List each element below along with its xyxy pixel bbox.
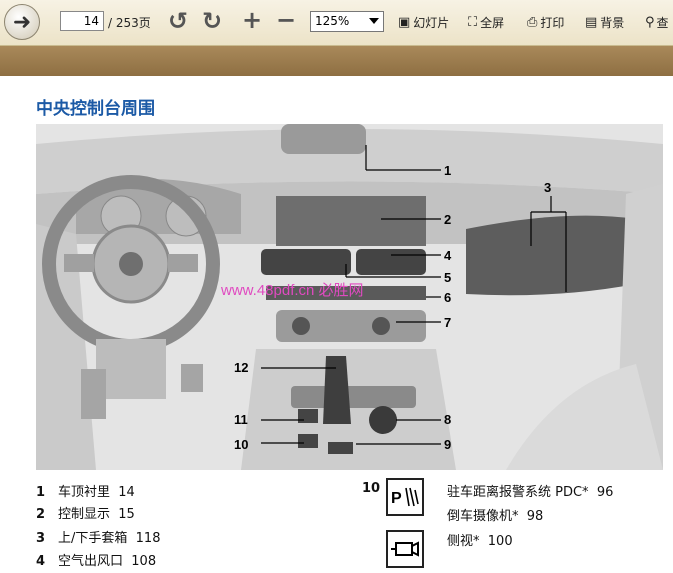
zoom-value: 125% xyxy=(315,14,350,28)
dashboard-drawing: www.48pdf.cn 必胜网 1 2 3 4 5 6 7 8 9 10 11… xyxy=(36,124,663,470)
callout-10: 10 xyxy=(234,437,248,452)
chevron-down-icon xyxy=(369,18,379,24)
zoom-out-icon[interactable]: − xyxy=(276,8,296,32)
slideshow-label: 幻灯片 xyxy=(413,16,450,30)
legend-label: 驻车距离报警系统 PDC* xyxy=(447,485,589,500)
search-icon: ⚲ xyxy=(645,15,655,30)
pdc-icon: P xyxy=(386,478,424,516)
legend-label: 空气出风口 xyxy=(58,554,124,569)
legend-label: 车顶衬里 xyxy=(58,485,111,500)
page-number-input[interactable]: 14 xyxy=(60,11,104,31)
callout-4: 4 xyxy=(444,248,452,263)
back-button[interactable]: ➜ xyxy=(4,4,40,40)
fullscreen-icon: ⛶ xyxy=(468,15,478,30)
rotate-left-icon[interactable]: ↺ xyxy=(168,9,188,33)
callout-11: 11 xyxy=(234,412,248,427)
legend-page[interactable]: 98 xyxy=(527,509,544,524)
legend-page[interactable]: 118 xyxy=(136,531,161,546)
legend-item-10-pdc: 驻车距离报警系统 PDC* 96 xyxy=(447,481,613,500)
legend-page[interactable]: 100 xyxy=(488,534,513,549)
legend-item-10-camera: 倒车摄像机* 98 xyxy=(447,505,543,524)
callout-12: 12 xyxy=(234,360,248,375)
print-button[interactable]: ⎙ 打印 xyxy=(527,14,564,31)
background-icon: ▤ xyxy=(585,15,598,30)
callout-7: 7 xyxy=(444,315,451,330)
legend-item-2: 2 控制显示 15 xyxy=(36,503,135,522)
callout-6: 6 xyxy=(444,290,451,305)
legend-num-10: 10 xyxy=(362,481,381,496)
callout-1: 1 xyxy=(444,163,451,178)
page-total-label: / 253页 xyxy=(108,16,151,30)
zoom-in-icon[interactable]: + xyxy=(242,8,262,32)
dashboard-illustration: www.48pdf.cn 必胜网 1 2 3 4 5 6 7 8 9 10 11… xyxy=(36,124,663,470)
legend-num: 1 xyxy=(36,485,46,500)
legend-num: 3 xyxy=(36,531,46,546)
callout-9: 9 xyxy=(444,437,451,452)
print-icon: ⎙ xyxy=(527,15,538,30)
legend-label: 上/下手套箱 xyxy=(58,531,128,546)
search-button[interactable]: ⚲ 查 xyxy=(645,14,669,31)
legend-num: 4 xyxy=(36,554,46,569)
background-label: 背景 xyxy=(600,16,625,30)
search-label: 查 xyxy=(656,16,669,30)
slideshow-button[interactable]: ▣ 幻灯片 xyxy=(398,14,449,31)
viewer-band xyxy=(0,46,673,76)
legend-label: 侧视* xyxy=(447,534,480,549)
side-view-camera-icon xyxy=(386,530,424,568)
legend-page[interactable]: 14 xyxy=(118,485,135,500)
legend-item-4: 4 空气出风口 108 xyxy=(36,550,156,569)
legend-label: 倒车摄像机* xyxy=(447,509,519,524)
svg-text:P: P xyxy=(391,490,402,507)
back-arrow-icon: ➜ xyxy=(12,9,32,35)
callout-8: 8 xyxy=(444,412,451,427)
print-label: 打印 xyxy=(540,16,565,30)
slideshow-icon: ▣ xyxy=(398,15,411,30)
legend-label: 控制显示 xyxy=(58,507,111,522)
legend-page[interactable]: 108 xyxy=(131,554,156,569)
legend-item-1: 1 车顶衬里 14 xyxy=(36,481,135,500)
legend-item-3: 3 上/下手套箱 118 xyxy=(36,527,160,546)
rotate-right-icon[interactable]: ↻ xyxy=(202,9,222,33)
callout-3: 3 xyxy=(544,180,551,195)
callout-5: 5 xyxy=(444,270,451,285)
zoom-select[interactable]: 125% xyxy=(310,11,384,32)
callout-2: 2 xyxy=(444,212,451,227)
fullscreen-label: 全屏 xyxy=(480,16,505,30)
pdf-toolbar: ➜ 14 / 253页 ↺ ↻ + − 125% ▣ 幻灯片 ⛶ 全屏 ⎙ 打印… xyxy=(0,0,673,46)
page-title: 中央控制台周围 xyxy=(36,99,155,119)
legend-item-10-sideview: 侧视* 100 xyxy=(447,530,513,549)
legend-num: 2 xyxy=(36,507,46,522)
background-button[interactable]: ▤ 背景 xyxy=(585,14,624,31)
legend-page[interactable]: 96 xyxy=(597,485,614,500)
fullscreen-button[interactable]: ⛶ 全屏 xyxy=(468,14,504,31)
watermark-text: www.48pdf.cn 必胜网 xyxy=(220,282,364,299)
legend-page[interactable]: 15 xyxy=(118,507,135,522)
